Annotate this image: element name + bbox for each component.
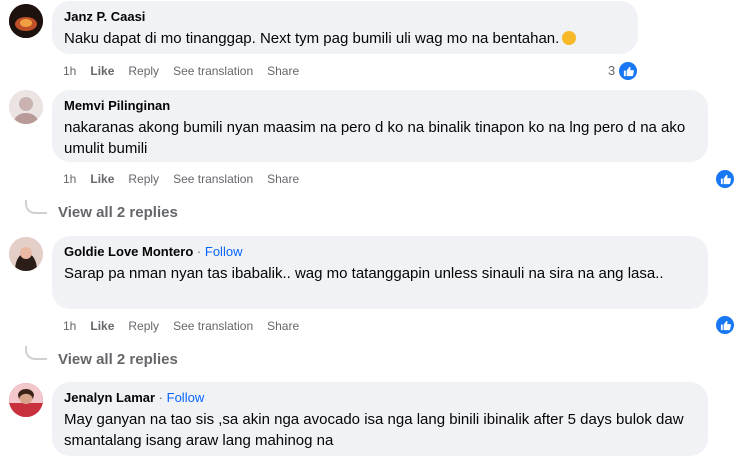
follow-button[interactable]: Follow (167, 390, 205, 405)
timestamp[interactable]: 1h (63, 64, 76, 78)
timestamp[interactable]: 1h (63, 319, 76, 333)
separator-dot: · (196, 244, 202, 259)
thread-connector (25, 346, 47, 360)
commenter-name[interactable]: Jenalyn Lamar (64, 390, 155, 405)
like-button[interactable]: Like (90, 319, 114, 333)
commenter-name[interactable]: Memvi Pilinginan (64, 98, 170, 113)
separator-dot: · (158, 390, 164, 405)
comment-bubble: Memvi Pilinginan nakaranas akong bumili … (52, 90, 708, 162)
share-button[interactable]: Share (267, 172, 299, 186)
avatar[interactable] (9, 383, 43, 417)
comment-text: Naku dapat di mo tinanggap. Next tym pag… (64, 30, 560, 47)
avatar[interactable] (9, 90, 43, 124)
comment-text: May ganyan na tao sis ,sa akin nga avoca… (64, 411, 684, 449)
avatar[interactable] (9, 4, 43, 38)
like-reaction-icon[interactable] (714, 168, 736, 190)
thread-connector (25, 200, 47, 214)
timestamp[interactable]: 1h (63, 172, 76, 186)
like-button[interactable]: Like (90, 64, 114, 78)
follow-button[interactable]: Follow (205, 244, 243, 259)
like-reaction-icon[interactable] (714, 314, 736, 336)
commenter-name[interactable]: Goldie Love Montero (64, 244, 193, 259)
laughing-emoji-icon (562, 31, 577, 45)
share-button[interactable]: Share (267, 319, 299, 333)
comment-bubble: Goldie Love Montero · Follow Sarap pa nm… (52, 236, 708, 309)
reply-button[interactable]: Reply (128, 172, 159, 186)
share-button[interactable]: Share (267, 64, 299, 78)
comment-text: Sarap pa nman nyan tas ibabalik.. wag mo… (64, 265, 664, 282)
see-translation-button[interactable]: See translation (173, 319, 253, 333)
comment-bubble: Jenalyn Lamar · Follow May ganyan na tao… (52, 382, 708, 456)
see-translation-button[interactable]: See translation (173, 172, 253, 186)
avatar[interactable] (9, 237, 43, 271)
reaction-count[interactable]: 3 (608, 63, 615, 78)
like-button[interactable]: Like (90, 172, 114, 186)
reply-button[interactable]: Reply (128, 64, 159, 78)
commenter-name[interactable]: Janz P. Caasi (64, 9, 145, 24)
comment-bubble: Janz P. Caasi Naku dapat di mo tinanggap… (52, 1, 638, 54)
comment-actions: 1h Like Reply See translation Share (63, 64, 313, 78)
view-replies-link[interactable]: View all 2 replies (58, 204, 178, 221)
view-replies-link[interactable]: View all 2 replies (58, 351, 178, 368)
reply-button[interactable]: Reply (128, 319, 159, 333)
comment-actions: 1h Like Reply See translation Share (63, 319, 313, 333)
see-translation-button[interactable]: See translation (173, 64, 253, 78)
like-reaction-icon[interactable] (617, 60, 639, 82)
comment-text: nakaranas akong bumili nyan maasim na pe… (64, 119, 686, 157)
comment-actions: 1h Like Reply See translation Share (63, 172, 313, 186)
